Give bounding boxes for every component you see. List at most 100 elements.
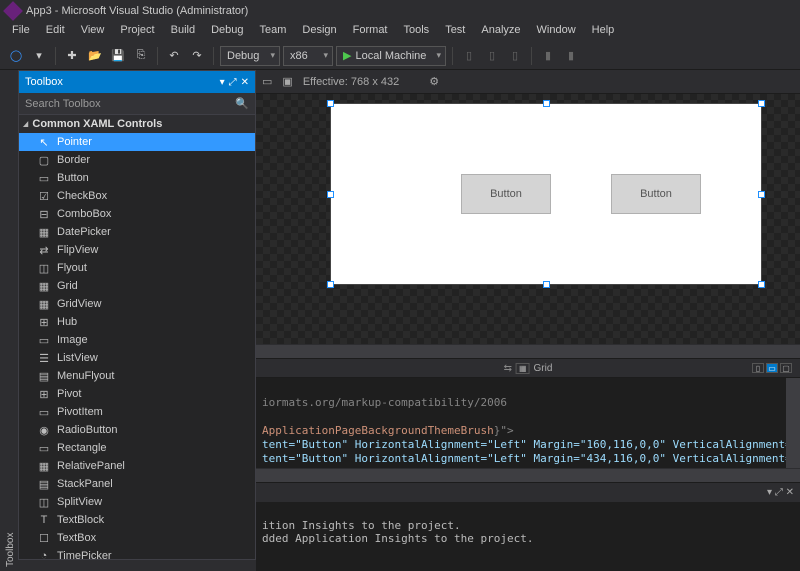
solution-platform-combo[interactable]: x86: [283, 46, 333, 66]
toolbox-item-textblock[interactable]: TTextBlock: [19, 511, 255, 529]
toolbox-item-pointer[interactable]: ↖Pointer: [19, 133, 255, 151]
align-right-icon[interactable]: ▯: [505, 46, 525, 66]
split-vertical-icon[interactable]: ▯: [752, 363, 764, 373]
toolbox-item-relativepanel[interactable]: ▦RelativePanel: [19, 457, 255, 475]
device-combo-icon[interactable]: ▣: [282, 75, 292, 88]
grid-icon: ▦: [37, 279, 51, 293]
menu-tools[interactable]: Tools: [396, 22, 438, 42]
designer-button-2[interactable]: Button: [611, 174, 701, 214]
toolbox-item-label: FlipView: [57, 244, 98, 256]
menu-window[interactable]: Window: [529, 22, 584, 42]
resize-handle[interactable]: [327, 281, 334, 288]
redo-button[interactable]: ↷: [187, 46, 207, 66]
toolbox-item-rectangle[interactable]: ▭Rectangle: [19, 439, 255, 457]
toolbox-pin-icon[interactable]: ⤢: [229, 77, 237, 88]
horizontal-scrollbar[interactable]: [256, 468, 800, 482]
toolbox-search[interactable]: Search Toolbox 🔍: [19, 93, 255, 115]
menu-analyze[interactable]: Analyze: [473, 22, 528, 42]
split-horizontal-icon[interactable]: ▭: [766, 363, 778, 373]
rectangle-icon: ▭: [37, 441, 51, 455]
resize-handle[interactable]: [543, 100, 550, 107]
nav-back-button[interactable]: ◯: [6, 46, 26, 66]
menu-team[interactable]: Team: [252, 22, 295, 42]
toolbox-dropdown-icon[interactable]: ▾: [220, 77, 225, 88]
menu-view[interactable]: View: [73, 22, 113, 42]
undo-button[interactable]: ↶: [164, 46, 184, 66]
toolbox-item-label: TimePicker: [57, 550, 112, 559]
menu-test[interactable]: Test: [437, 22, 473, 42]
timepicker-icon: ◔: [37, 549, 51, 559]
horizontal-scrollbar[interactable]: [256, 344, 800, 358]
toolbox-item-datepicker[interactable]: ▦DatePicker: [19, 223, 255, 241]
start-debug-button[interactable]: ▶ Local Machine: [336, 46, 446, 66]
toolbox-item-label: Pivot: [57, 388, 81, 400]
pivotitem-icon: ▭: [37, 405, 51, 419]
zoom-combo-icon[interactable]: ▭: [262, 75, 272, 88]
main-area: ▭ ▣ Effective: 768 x 432 ⚙ Button Button…: [256, 70, 800, 571]
toolbox-close-icon[interactable]: ✕: [241, 77, 249, 88]
resize-handle[interactable]: [758, 191, 765, 198]
designer-button-1[interactable]: Button: [461, 174, 551, 214]
sidetab-document-outline[interactable]: Document Outline: [0, 74, 3, 571]
toolbox-item-flipview[interactable]: ⇄FlipView: [19, 241, 255, 259]
effective-size-label: Effective: 768 x 432: [303, 76, 399, 88]
resize-handle[interactable]: [543, 281, 550, 288]
toolbox-item-checkbox[interactable]: ☑CheckBox: [19, 187, 255, 205]
toolbox-item-label: RadioButton: [57, 424, 118, 436]
toolbox-item-combobox[interactable]: ⊟ComboBox: [19, 205, 255, 223]
xaml-editor[interactable]: iormats.org/markup-compatibility/2006 Ap…: [256, 378, 800, 468]
toolbox-item-pivotitem[interactable]: ▭PivotItem: [19, 403, 255, 421]
settings-gear-icon[interactable]: ⚙: [429, 75, 439, 88]
order-back-icon[interactable]: ▮: [561, 46, 581, 66]
menu-build[interactable]: Build: [163, 22, 203, 42]
menu-help[interactable]: Help: [584, 22, 623, 42]
toolbox-item-hub[interactable]: ⊞Hub: [19, 313, 255, 331]
save-all-button[interactable]: ⎘: [131, 46, 151, 66]
toolbox-item-textbox[interactable]: ☐TextBox: [19, 529, 255, 547]
toolbox-item-radiobutton[interactable]: ◉RadioButton: [19, 421, 255, 439]
menu-design[interactable]: Design: [294, 22, 344, 42]
breadcrumb-element-icon[interactable]: ▦: [516, 363, 530, 374]
designer-surface[interactable]: Button Button: [256, 94, 800, 344]
toolbox-item-gridview[interactable]: ▦GridView: [19, 295, 255, 313]
chevron-icon[interactable]: ⇆: [504, 363, 512, 374]
toolbox-item-border[interactable]: ▢Border: [19, 151, 255, 169]
checkbox-icon: ☑: [37, 189, 51, 203]
menu-debug[interactable]: Debug: [203, 22, 251, 42]
solution-config-combo[interactable]: Debug: [220, 46, 280, 66]
design-artboard[interactable]: Button Button: [331, 104, 761, 284]
vertical-scrollbar[interactable]: [786, 378, 800, 468]
resize-handle[interactable]: [327, 191, 334, 198]
resize-handle[interactable]: [758, 100, 765, 107]
menu-project[interactable]: Project: [112, 22, 162, 42]
align-center-icon[interactable]: ▯: [482, 46, 502, 66]
toolbox-group-header[interactable]: Common XAML Controls: [19, 115, 255, 133]
toolbox-item-label: Grid: [57, 280, 78, 292]
align-left-icon[interactable]: ▯: [459, 46, 479, 66]
open-file-icon[interactable]: 📂: [85, 46, 105, 66]
toolbox-item-pivot[interactable]: ⊞Pivot: [19, 385, 255, 403]
toolbox-body: Common XAML Controls↖Pointer▢Border▭Butt…: [19, 115, 255, 559]
collapse-pane-icon[interactable]: ▢: [780, 363, 792, 373]
toolbox-item-timepicker[interactable]: ◔ TimePicker: [19, 547, 255, 559]
sidetab-toolbox[interactable]: Toolbox: [3, 74, 18, 571]
output-pin-icon[interactable]: ▾ ⤢ ✕: [767, 487, 794, 498]
resize-handle[interactable]: [758, 281, 765, 288]
toolbox-item-button[interactable]: ▭Button: [19, 169, 255, 187]
toolbox-item-stackpanel[interactable]: ▤StackPanel: [19, 475, 255, 493]
nav-fwd-button[interactable]: ▾: [29, 46, 49, 66]
toolbox-item-image[interactable]: ▭Image: [19, 331, 255, 349]
order-front-icon[interactable]: ▮: [538, 46, 558, 66]
toolbox-item-flyout[interactable]: ◫Flyout: [19, 259, 255, 277]
toolbox-item-splitview[interactable]: ◫SplitView: [19, 493, 255, 511]
menu-edit[interactable]: Edit: [38, 22, 73, 42]
toolbox-item-listview[interactable]: ☰ListView: [19, 349, 255, 367]
toolbox-item-menuflyout[interactable]: ▤MenuFlyout: [19, 367, 255, 385]
toolbox-item-grid[interactable]: ▦ Grid: [19, 277, 255, 295]
resize-handle[interactable]: [327, 100, 334, 107]
menu-file[interactable]: File: [4, 22, 38, 42]
menu-format[interactable]: Format: [345, 22, 396, 42]
save-button[interactable]: 💾: [108, 46, 128, 66]
breadcrumb-element-label[interactable]: Grid: [534, 363, 553, 374]
new-file-icon[interactable]: ✚: [62, 46, 82, 66]
